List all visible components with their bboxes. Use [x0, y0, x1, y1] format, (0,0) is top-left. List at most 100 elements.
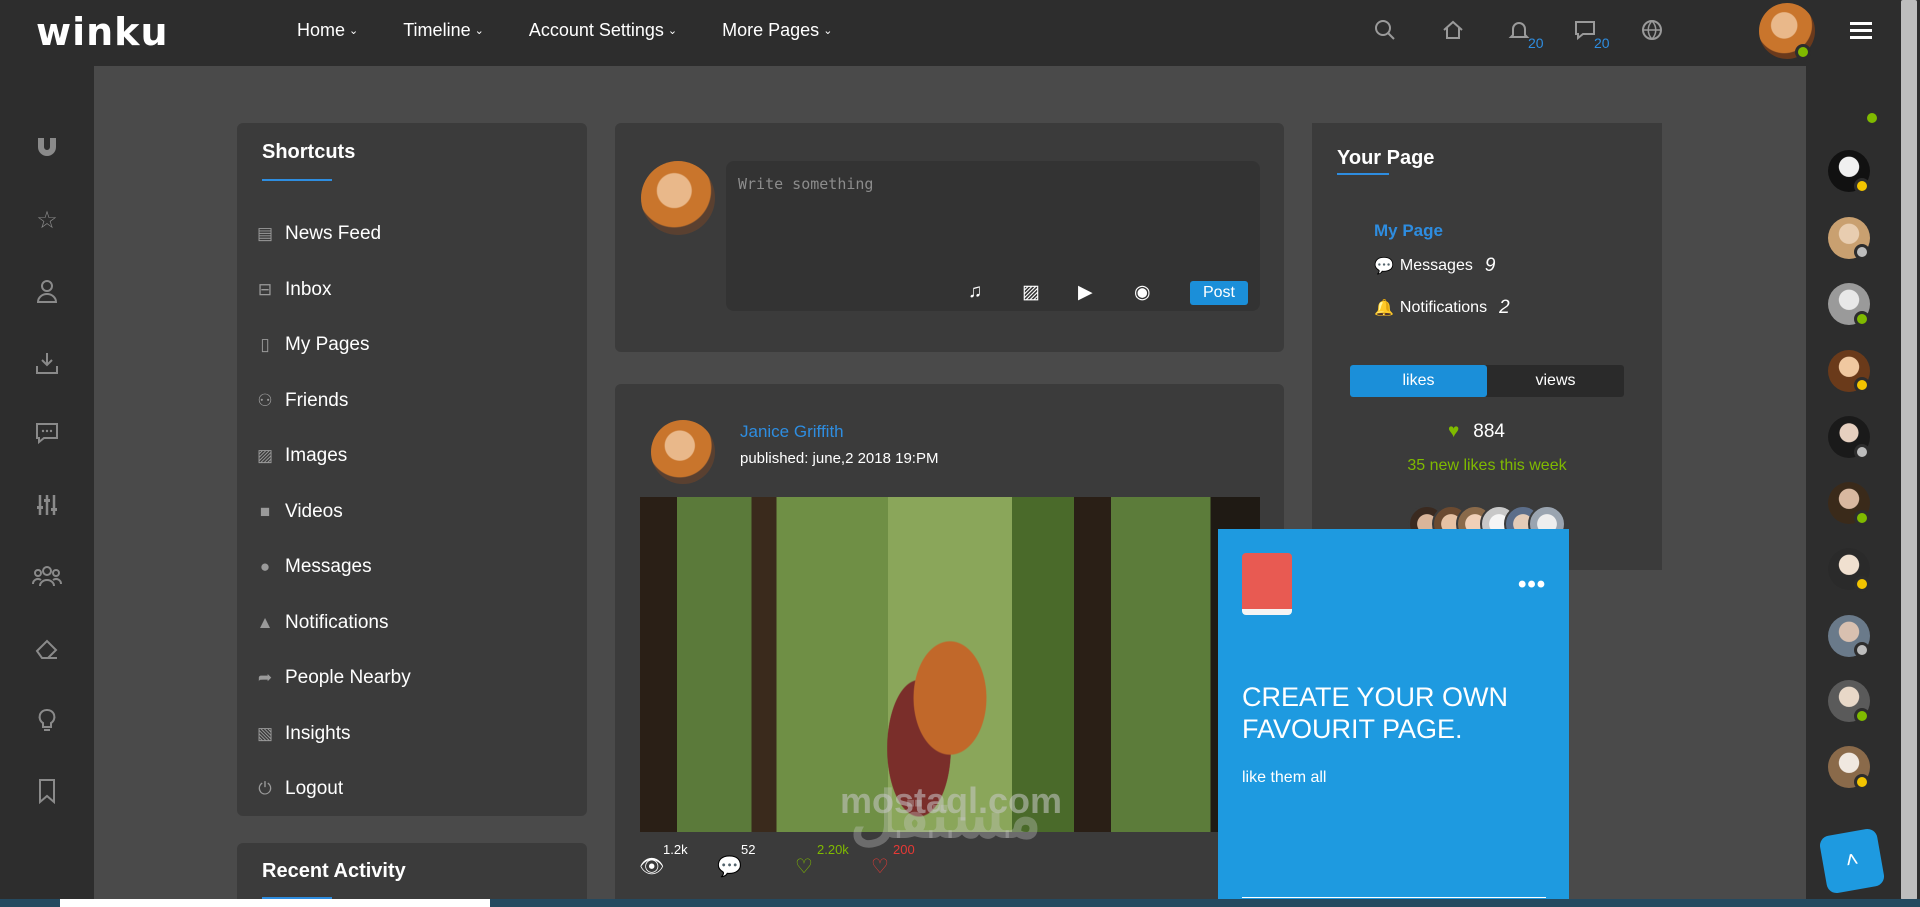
shortcut-videos[interactable]: ■ Videos — [255, 501, 343, 523]
views-count: 1.2k — [663, 842, 688, 857]
top-bar: winku Home ⌄ Timeline ⌄ Account Settings ⌄ … — [0, 0, 1920, 66]
offline-status-dot — [1854, 642, 1870, 658]
tab-likes[interactable]: likes — [1350, 365, 1487, 397]
eye-icon[interactable]: 👁 — [639, 854, 664, 879]
more-options-icon[interactable]: ••• — [1518, 571, 1546, 599]
online-status-dot — [1795, 44, 1811, 60]
shortcut-my-pages[interactable]: ▯ My Pages — [255, 334, 369, 356]
offline-status-dot — [1854, 444, 1870, 460]
post-button[interactable]: Post — [1190, 281, 1248, 305]
composer-textarea[interactable]: Write something ♫ ▨ ▶ ◉ Post — [726, 161, 1260, 311]
video-icon: ■ — [259, 502, 271, 521]
logo[interactable]: winku — [36, 10, 169, 54]
video-icon[interactable]: ▶ — [1078, 281, 1093, 304]
bookmark-icon[interactable] — [32, 778, 62, 808]
title-underline — [1337, 173, 1389, 175]
menu-icon[interactable] — [1850, 22, 1872, 40]
chart-icon: ▧ — [256, 724, 274, 743]
share-icon: ➦ — [257, 668, 273, 687]
likes-total: 884 — [1473, 421, 1505, 442]
nav-more-pages[interactable]: More Pages ⌄ — [722, 20, 832, 41]
scrollbar-thumb[interactable] — [1901, 0, 1917, 900]
online-status-dot — [1854, 311, 1870, 327]
messages-count: 9 — [1484, 255, 1496, 276]
search-icon[interactable] — [1374, 19, 1400, 45]
watermark: mostaql.com — [840, 780, 1063, 821]
post-author-avatar[interactable] — [651, 420, 715, 484]
shortcut-insights[interactable]: ▧ Insights — [255, 723, 351, 745]
away-status-dot — [1854, 377, 1870, 393]
page-notifications[interactable]: 🔔 Notifications 2 — [1374, 297, 1510, 319]
left-sidebar: ☆ — [0, 66, 94, 907]
users-icon: ⚇ — [257, 391, 273, 410]
offline-status-dot — [1854, 244, 1870, 260]
taskbar-field — [60, 899, 490, 907]
your-page-title: Your Page — [1337, 147, 1435, 169]
page-messages[interactable]: 💬 Messages 9 — [1374, 255, 1495, 277]
nav-timeline[interactable]: Timeline ⌄ — [403, 20, 484, 41]
chevron-down-icon: ⌄ — [667, 25, 678, 37]
likes-new-text: 35 new likes this week — [1407, 457, 1567, 474]
main-nav: Home ⌄ Timeline ⌄ Account Settings ⌄ More P… — [297, 20, 877, 41]
online-status-dot — [1854, 510, 1870, 526]
shortcut-notifications[interactable]: ▲ Notifications — [255, 612, 389, 634]
chevron-up-icon: ˄ — [1843, 846, 1861, 873]
your-page-card: Your Page My Page 💬 Messages 9 🔔 Notific… — [1312, 123, 1662, 570]
comments-count: 52 — [741, 842, 756, 857]
online-status-dot — [1854, 708, 1870, 724]
post-author-name[interactable]: Janice Griffith — [740, 422, 844, 442]
title-underline — [262, 179, 332, 181]
shortcut-news-feed[interactable]: ▤ News Feed — [255, 223, 381, 245]
heart-icon: ♥ — [1448, 421, 1460, 442]
eraser-icon[interactable] — [32, 636, 62, 666]
nav-account-settings[interactable]: Account Settings ⌄ — [529, 20, 677, 41]
shortcut-inbox[interactable]: ⊟ Inbox — [255, 279, 332, 301]
sliders-icon[interactable] — [32, 492, 62, 522]
chevron-down-icon: ⌄ — [823, 25, 833, 37]
image-icon[interactable]: ▨ — [1022, 281, 1040, 304]
download-icon[interactable] — [32, 350, 62, 380]
message-square-icon[interactable] — [32, 420, 62, 450]
bell-icon: 🔔 — [1374, 300, 1394, 317]
away-status-dot — [1854, 774, 1870, 790]
star-icon[interactable]: ☆ — [32, 206, 62, 236]
recent-activity-title: Recent Activity — [262, 860, 406, 882]
scroll-to-top-button[interactable]: ˄ — [1818, 827, 1886, 895]
music-icon[interactable]: ♫ — [968, 281, 982, 303]
messages-badge: 20 — [1594, 35, 1610, 51]
nav-home[interactable]: Home ⌄ — [297, 20, 358, 41]
create-page-promo: ••• CREATE YOUR OWN FAVOURIT PAGE. like … — [1218, 529, 1569, 907]
magnet-icon[interactable] — [32, 134, 62, 164]
likes-views-tabs: likes views — [1350, 365, 1624, 397]
group-icon[interactable] — [32, 564, 62, 594]
lightbulb-icon[interactable] — [32, 708, 62, 738]
shortcuts-card: Shortcuts ▤ News Feed ⊟ Inbox ▯ My Pages ⚇ F… — [237, 123, 587, 816]
user-icon[interactable] — [32, 278, 62, 308]
power-icon: ⏻ — [258, 779, 272, 798]
comment-icon: ● — [259, 557, 271, 576]
composer-avatar — [641, 161, 715, 235]
home-icon[interactable] — [1442, 19, 1468, 45]
likes-count: 2.20k — [817, 842, 849, 857]
tab-views[interactable]: views — [1487, 365, 1624, 397]
clipboard-icon: ▤ — [256, 224, 274, 243]
post-date: published: june,2 2018 19:PM — [740, 450, 939, 467]
globe-icon[interactable] — [1641, 19, 1667, 45]
my-page-link[interactable]: My Page — [1374, 221, 1443, 241]
comments-icon[interactable]: 💬 — [717, 854, 742, 879]
bell-icon: ▲ — [256, 613, 274, 632]
broken-heart-icon[interactable]: ♡ — [871, 854, 889, 879]
image-icon: ▨ — [256, 446, 274, 465]
shortcut-images[interactable]: ▨ Images — [255, 445, 347, 467]
shortcut-people-nearby[interactable]: ➦ People Nearby — [255, 667, 411, 689]
shortcuts-title: Shortcuts — [262, 141, 356, 163]
shortcut-friends[interactable]: ⚇ Friends — [255, 390, 348, 412]
comment-icon: 💬 — [1374, 258, 1394, 275]
shortcut-messages[interactable]: ● Messages — [255, 556, 372, 578]
camera-icon[interactable]: ◉ — [1134, 281, 1151, 304]
chevron-down-icon: ⌄ — [349, 25, 359, 37]
composer-card: Write something ♫ ▨ ▶ ◉ Post — [615, 123, 1284, 352]
heart-icon[interactable]: ♡ — [795, 854, 813, 879]
shortcut-logout[interactable]: ⏻ Logout — [255, 778, 343, 800]
likes-summary: ♥ 884 — [1448, 421, 1505, 443]
